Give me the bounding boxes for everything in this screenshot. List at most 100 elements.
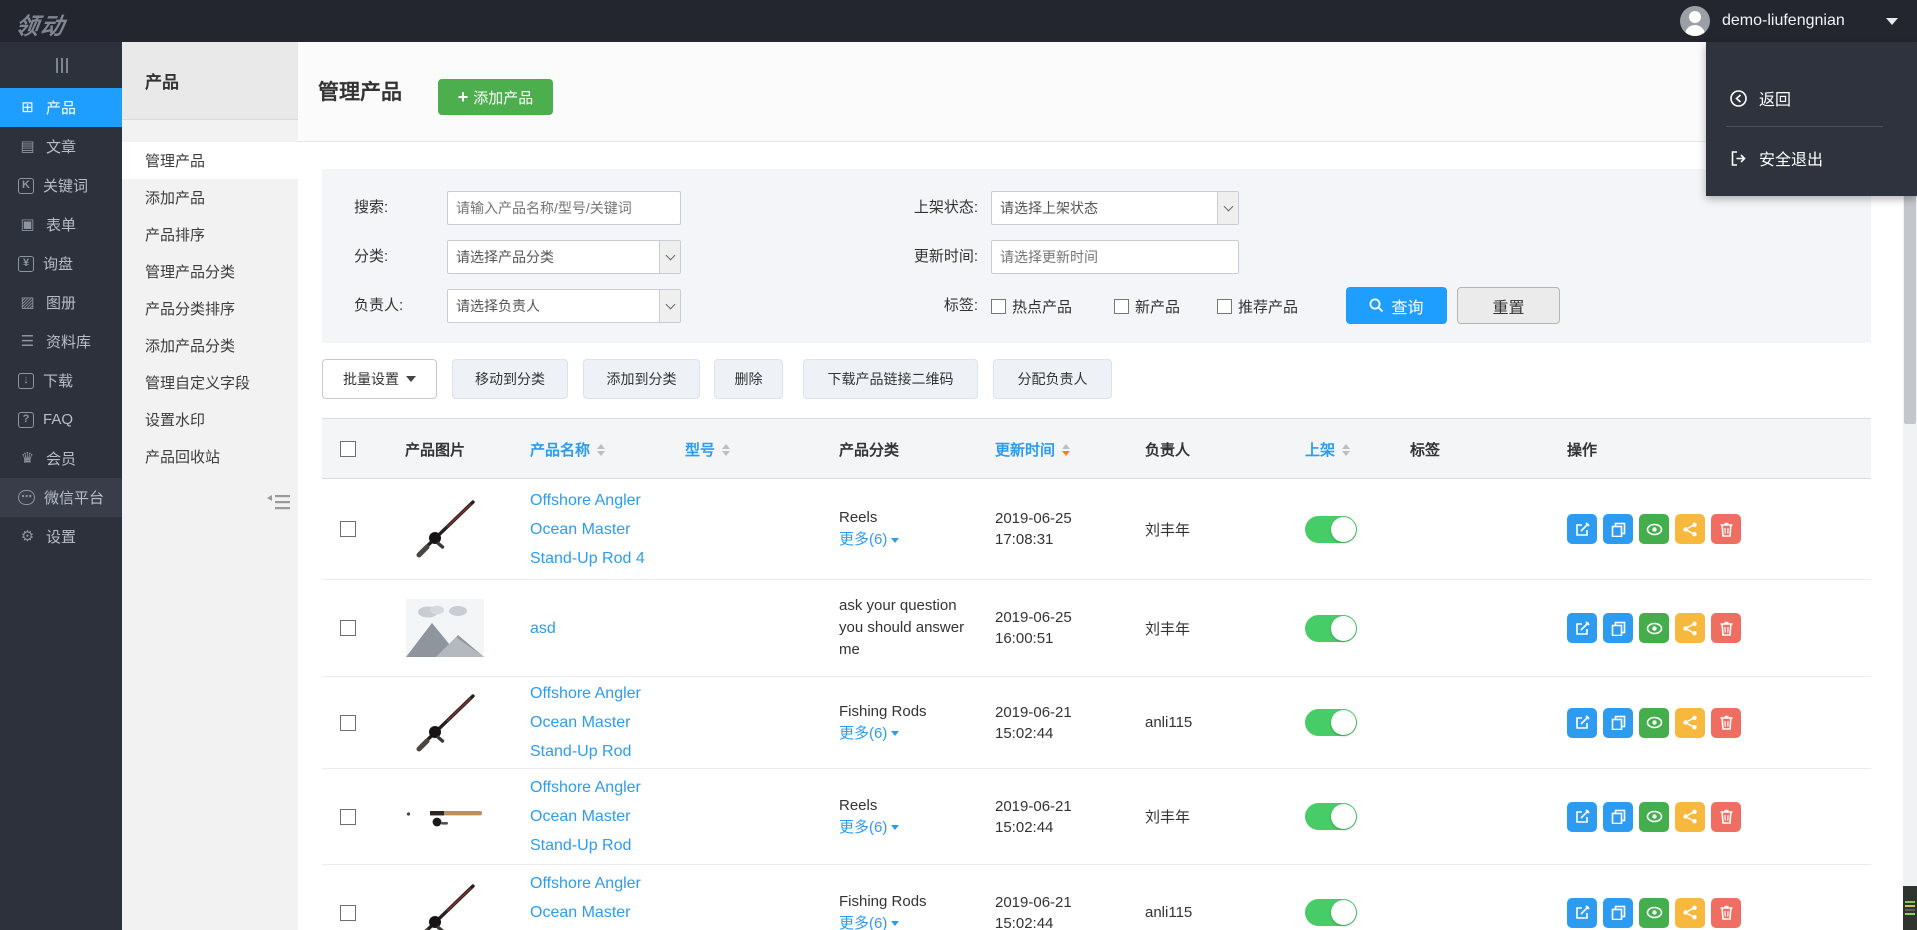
product-image-rod-diagonal[interactable] xyxy=(400,677,490,768)
edit-button[interactable] xyxy=(1567,708,1597,738)
toolbar-button-4[interactable]: 删除 xyxy=(714,359,783,399)
share-button[interactable] xyxy=(1675,898,1705,928)
query-button[interactable]: 查询 xyxy=(1346,287,1447,324)
preview-button[interactable] xyxy=(1639,802,1669,832)
toolbar-button-3[interactable]: 添加到分类 xyxy=(583,359,700,399)
tag-checkbox-3[interactable]: 推荐产品 xyxy=(1217,289,1298,323)
edit-button[interactable] xyxy=(1567,898,1597,928)
sidebar-item-inquiry[interactable]: ¥询盘 xyxy=(0,244,122,283)
sort-arrows-icon[interactable] xyxy=(722,444,730,456)
submenu-collapse-button[interactable] xyxy=(266,492,296,516)
category-select[interactable]: 请选择产品分类 xyxy=(447,240,681,274)
sidebar-item-download[interactable]: ↓下载 xyxy=(0,361,122,400)
sidebar-collapse-grip[interactable] xyxy=(54,58,70,74)
select-all-checkbox[interactable] xyxy=(340,441,356,457)
menu-item-back[interactable]: 返回 xyxy=(1730,86,1791,110)
product-name-link[interactable]: Stand-Up Rod xyxy=(530,737,641,766)
user-menu-caret-icon[interactable] xyxy=(1886,18,1898,25)
more-categories-link[interactable]: 更多(6) xyxy=(839,817,899,839)
sidebar-item-faq[interactable]: ?FAQ xyxy=(0,400,122,439)
delete-button[interactable] xyxy=(1711,514,1741,544)
listed-toggle-on[interactable] xyxy=(1305,709,1357,736)
user-avatar-icon[interactable] xyxy=(1680,6,1710,36)
delete-button[interactable] xyxy=(1711,708,1741,738)
submenu-item[interactable]: 添加产品分类 xyxy=(122,327,298,364)
preview-button[interactable] xyxy=(1639,898,1669,928)
row-checkbox[interactable] xyxy=(340,809,356,825)
column-header-date[interactable]: 更新时间 xyxy=(995,419,1070,480)
tag-checkbox-2[interactable]: 新产品 xyxy=(1114,289,1180,323)
sort-arrows-icon[interactable] xyxy=(1062,444,1070,456)
preview-button[interactable] xyxy=(1639,514,1669,544)
delete-button[interactable] xyxy=(1711,802,1741,832)
row-checkbox[interactable] xyxy=(340,715,356,731)
preview-button[interactable] xyxy=(1639,708,1669,738)
sort-arrows-icon[interactable] xyxy=(597,444,605,456)
product-name-link[interactable]: Ocean Master xyxy=(530,898,641,927)
checkbox-icon[interactable] xyxy=(1114,299,1129,314)
submenu-item[interactable]: 产品排序 xyxy=(122,216,298,253)
sidebar-item-grid[interactable]: ⊞产品 xyxy=(0,88,122,127)
username-label[interactable]: demo-liufengnian xyxy=(1722,12,1845,30)
more-categories-link[interactable]: 更多(6) xyxy=(839,529,899,551)
copy-button[interactable] xyxy=(1603,613,1633,643)
submenu-item[interactable]: 产品回收站 xyxy=(122,438,298,475)
submenu-item[interactable]: 设置水印 xyxy=(122,401,298,438)
scrollbar-thumb[interactable] xyxy=(1904,186,1916,424)
share-button[interactable] xyxy=(1675,613,1705,643)
submenu-item[interactable]: 产品分类排序 xyxy=(122,290,298,327)
product-image-rod-diagonal[interactable] xyxy=(400,479,490,579)
product-name-link[interactable]: Offshore Angler xyxy=(530,679,641,708)
checkbox-icon[interactable] xyxy=(991,299,1006,314)
toolbar-button-1[interactable]: 批量设置 xyxy=(322,359,437,399)
share-button[interactable] xyxy=(1675,708,1705,738)
product-name-link[interactable]: Ocean Master xyxy=(530,515,645,544)
product-name-link[interactable]: Stand-Up Rod 4 xyxy=(530,544,645,573)
edit-button[interactable] xyxy=(1567,514,1597,544)
listed-toggle-on[interactable] xyxy=(1305,615,1357,642)
more-categories-link[interactable]: 更多(6) xyxy=(839,913,927,930)
edit-button[interactable] xyxy=(1567,802,1597,832)
product-name-link[interactable]: Ocean Master xyxy=(530,708,641,737)
product-name-link[interactable]: Offshore Angler xyxy=(530,869,641,898)
copy-button[interactable] xyxy=(1603,802,1633,832)
sidebar-item-album[interactable]: ▨图册 xyxy=(0,283,122,322)
update-time-input[interactable] xyxy=(991,240,1239,274)
row-checkbox[interactable] xyxy=(340,905,356,921)
product-image-image-placeholder[interactable] xyxy=(400,580,490,676)
sidebar-item-gear[interactable]: ⚙设置 xyxy=(0,517,122,556)
toolbar-button-2[interactable]: 移动到分类 xyxy=(452,359,568,399)
listed-toggle-on[interactable] xyxy=(1305,516,1357,543)
product-name-link[interactable]: Stand-Up Rod xyxy=(530,831,641,860)
sidebar-item-form[interactable]: ▣表单 xyxy=(0,205,122,244)
edit-button[interactable] xyxy=(1567,613,1597,643)
column-header-name[interactable]: 产品名称 xyxy=(530,419,605,480)
submenu-item[interactable]: 管理自定义字段 xyxy=(122,364,298,401)
product-name-link[interactable]: Ocean Master xyxy=(530,802,641,831)
owner-select[interactable]: 请选择负责人 xyxy=(447,289,681,323)
menu-item-logout[interactable]: 安全退出 xyxy=(1730,146,1823,170)
copy-button[interactable] xyxy=(1603,898,1633,928)
row-checkbox[interactable] xyxy=(340,620,356,636)
status-select[interactable]: 请选择上架状态 xyxy=(991,191,1239,225)
search-input[interactable] xyxy=(447,191,681,225)
row-checkbox[interactable] xyxy=(340,521,356,537)
submenu-item[interactable]: 管理产品 xyxy=(122,142,298,179)
sidebar-item-member[interactable]: ♛会员 xyxy=(0,439,122,478)
column-header-model[interactable]: 型号 xyxy=(685,419,730,480)
listed-toggle-on[interactable] xyxy=(1305,899,1357,926)
column-header-toggle[interactable]: 上架 xyxy=(1305,419,1350,480)
toolbar-button-6[interactable]: 分配负责人 xyxy=(993,359,1112,399)
sidebar-item-library[interactable]: ☰资料库 xyxy=(0,322,122,361)
tag-checkbox-1[interactable]: 热点产品 xyxy=(991,289,1072,323)
delete-button[interactable] xyxy=(1711,898,1741,928)
sidebar-item-article[interactable]: ▤文章 xyxy=(0,127,122,166)
submenu-item[interactable]: 管理产品分类 xyxy=(122,253,298,290)
sidebar-item-keyword[interactable]: K关键词 xyxy=(0,166,122,205)
copy-button[interactable] xyxy=(1603,514,1633,544)
listed-toggle-on[interactable] xyxy=(1305,803,1357,830)
add-product-button[interactable]: + 添加产品 xyxy=(438,79,553,115)
product-image-rod-horizontal[interactable] xyxy=(400,769,490,864)
copy-button[interactable] xyxy=(1603,708,1633,738)
sidebar-item-wechat[interactable]: ⋯微信平台 xyxy=(0,478,122,517)
